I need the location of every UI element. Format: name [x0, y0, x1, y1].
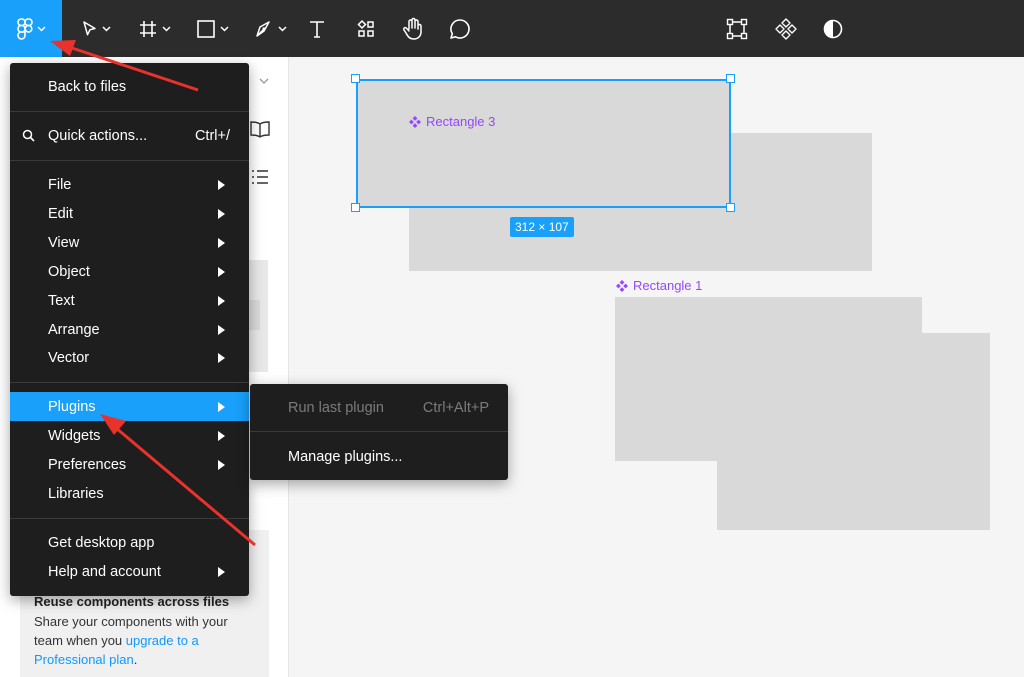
menu-item-file[interactable]: File [10, 170, 249, 199]
chevron-down-icon [161, 25, 171, 32]
menu-divider [10, 160, 249, 161]
main-menu: Back to files Quick actions... Ctrl+/ Fi… [10, 63, 249, 596]
promo-title: Reuse components across files [34, 594, 230, 609]
resize-handle[interactable] [726, 74, 735, 83]
comment-tool-icon [450, 18, 470, 39]
menu-item-help-and-account[interactable]: Help and account [10, 557, 249, 586]
menu-item-libraries[interactable]: Libraries [10, 479, 249, 508]
component-label: Rectangle 3 [409, 114, 495, 129]
menu-divider [10, 518, 249, 519]
search-icon [22, 129, 35, 142]
component-edit-button[interactable] [720, 0, 754, 57]
menu-item-text[interactable]: Text [10, 286, 249, 315]
hand-tool-icon [403, 17, 422, 40]
component-edit-icon [726, 18, 748, 39]
submenu-arrow-icon [218, 567, 225, 577]
toolbar [0, 0, 1024, 57]
submenu-arrow-icon [218, 209, 225, 219]
selected-component-rectangle-3[interactable] [356, 79, 731, 208]
promo-body: Share your components with your team whe… [34, 614, 228, 667]
menu-item-get-desktop-app[interactable]: Get desktop app [10, 528, 249, 557]
shape-tool-button[interactable] [190, 0, 234, 57]
contrast-icon [823, 19, 843, 38]
hand-tool-button[interactable] [396, 0, 430, 57]
menu-item-edit[interactable]: Edit [10, 199, 249, 228]
pen-tool-button[interactable] [248, 0, 292, 57]
component-label: Rectangle 1 [616, 278, 702, 293]
menu-item-run-last-plugin: Run last plugin Ctrl+Alt+P [288, 399, 489, 416]
submenu-arrow-icon [218, 431, 225, 441]
resize-handle[interactable] [726, 203, 735, 212]
menu-item-quick-actions[interactable]: Quick actions... Ctrl+/ [10, 121, 249, 150]
submenu-arrow-icon [218, 460, 225, 470]
contrast-button[interactable] [816, 0, 850, 57]
menu-divider [10, 382, 249, 383]
menu-item-manage-plugins[interactable]: Manage plugins... [250, 442, 508, 471]
rectangle-shape[interactable] [717, 333, 990, 530]
menu-item-plugins[interactable]: Plugins [10, 392, 249, 421]
submenu-arrow-icon [218, 296, 225, 306]
plugins-submenu: Run last plugin Ctrl+Alt+P Manage plugin… [250, 384, 508, 480]
chevron-down-icon [219, 25, 229, 32]
move-tool-button[interactable] [74, 0, 118, 57]
chevron-down-icon [277, 25, 287, 32]
submenu-arrow-icon [218, 238, 225, 248]
shape-tool-icon [196, 19, 215, 38]
asset-card-preview [248, 300, 260, 330]
component-icon [409, 115, 421, 128]
components-icon [775, 17, 797, 40]
chevron-down-icon [36, 25, 46, 32]
text-tool-button[interactable] [300, 0, 334, 57]
comment-tool-button[interactable] [443, 0, 477, 57]
resize-handle[interactable] [351, 74, 360, 83]
menu-item-back-to-files[interactable]: Back to files [10, 72, 249, 101]
submenu-arrow-icon [218, 180, 225, 190]
menu-item-arrange[interactable]: Arrange [10, 315, 249, 344]
dimension-badge: 312 × 107 [510, 217, 574, 237]
book-icon[interactable] [249, 121, 271, 139]
list-view-icon[interactable] [251, 169, 269, 185]
chevron-down-icon [101, 25, 111, 32]
submenu-arrow-icon [218, 267, 225, 277]
submenu-arrow-icon [218, 353, 225, 363]
figma-logo-icon [16, 17, 33, 40]
resources-button[interactable] [349, 0, 383, 57]
menu-item-widgets[interactable]: Widgets [10, 421, 249, 450]
pen-tool-icon [255, 20, 270, 37]
submenu-arrow-icon [218, 402, 225, 412]
frame-tool-button[interactable] [132, 0, 176, 57]
resources-icon [357, 19, 374, 37]
resize-handle[interactable] [351, 203, 360, 212]
menu-item-vector[interactable]: Vector [10, 343, 249, 372]
menu-item-preferences[interactable]: Preferences [10, 450, 249, 479]
submenu-arrow-icon [218, 325, 225, 335]
chevron-down-icon[interactable] [259, 78, 269, 84]
text-tool-icon [310, 20, 324, 38]
components-button[interactable] [769, 0, 803, 57]
main-menu-button[interactable] [0, 0, 62, 57]
menu-divider [10, 111, 249, 112]
menu-divider [250, 431, 508, 432]
frame-tool-icon [139, 20, 156, 37]
component-icon [616, 279, 628, 292]
move-tool-icon [82, 20, 96, 35]
menu-item-view[interactable]: View [10, 228, 249, 257]
menu-item-object[interactable]: Object [10, 257, 249, 286]
